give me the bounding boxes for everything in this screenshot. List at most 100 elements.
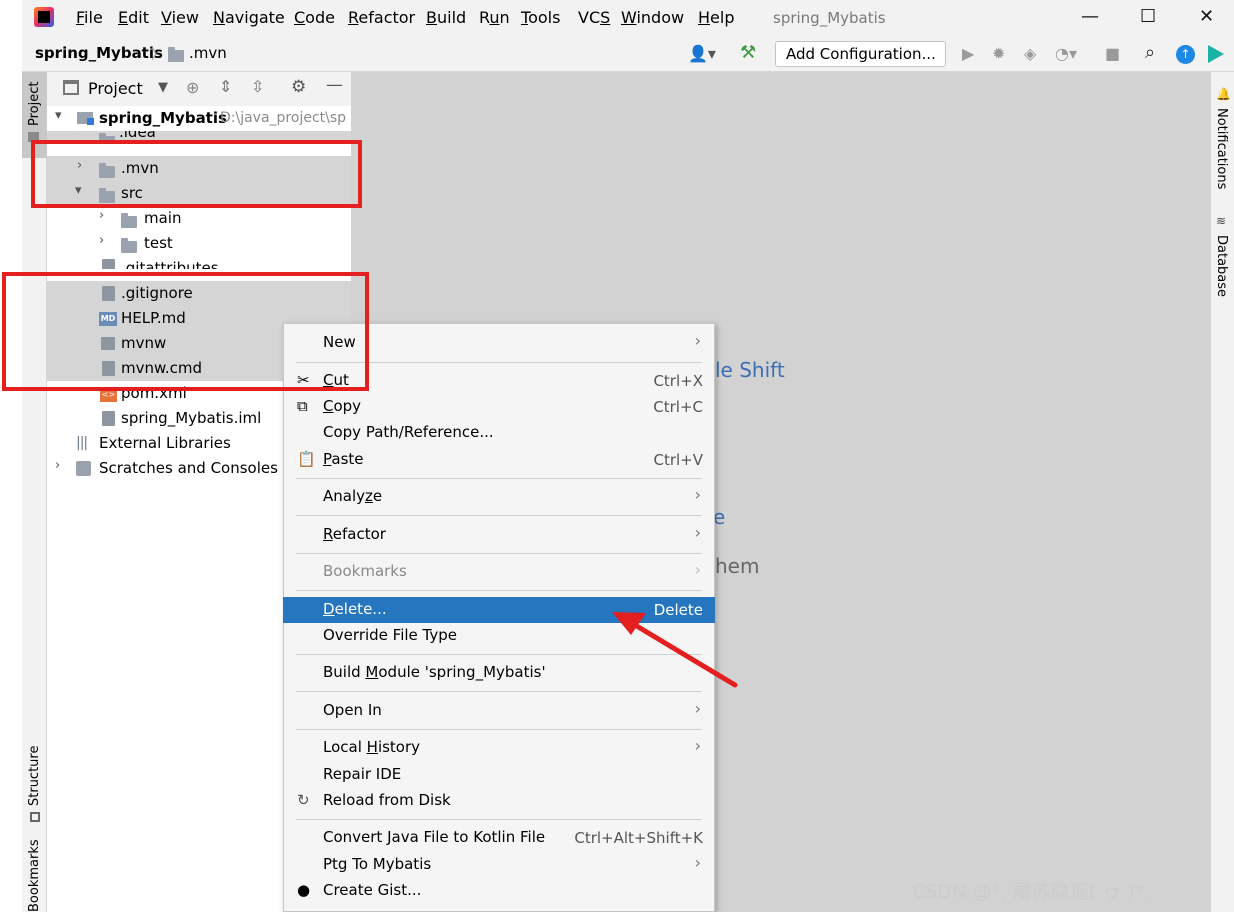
tree-row-main[interactable]: › main: [47, 206, 351, 231]
menu-view[interactable]: View: [161, 8, 199, 27]
project-panel-title[interactable]: Project: [88, 79, 143, 98]
bookmarks-tab[interactable]: Bookmarks: [27, 839, 42, 912]
hide-panel-icon[interactable]: —: [326, 75, 343, 95]
minimize-button[interactable]: —: [1081, 6, 1099, 27]
profile-icon[interactable]: ◔▾: [1055, 44, 1077, 63]
close-button[interactable]: ✕: [1199, 6, 1214, 27]
menu-help[interactable]: Help: [698, 8, 734, 27]
shortcut-label: Ctrl+C: [653, 398, 703, 416]
menu-item-label: Repair IDE: [323, 765, 402, 783]
user-icon[interactable]: 👤▾: [688, 44, 716, 63]
menu-item-refactor[interactable]: Refactor ›: [283, 522, 715, 548]
chevron-right-icon[interactable]: ›: [99, 208, 104, 223]
chevron-right-icon[interactable]: ›: [55, 458, 60, 473]
maximize-button[interactable]: ☐: [1140, 6, 1156, 27]
structure-tab[interactable]: Structure: [27, 746, 42, 806]
clipboard-icon: 📋: [297, 450, 316, 468]
menu-build[interactable]: Build: [426, 8, 466, 27]
red-arrow-annotation: [612, 612, 738, 688]
menu-item-paste[interactable]: 📋 Paste Ctrl+V: [283, 447, 715, 473]
scratches-icon: [76, 461, 91, 476]
menu-item-label: Convert Java File to Kotlin File: [323, 828, 546, 846]
highlight-box-files: [2, 272, 369, 391]
menu-navigate[interactable]: Navigate: [213, 8, 285, 27]
menu-run[interactable]: Run: [479, 8, 510, 27]
tree-label-scratches: Scratches and Consoles: [99, 459, 278, 477]
database-icon: ≋: [1216, 214, 1227, 228]
database-tab[interactable]: Database: [1214, 235, 1229, 297]
menu-item-bookmarks[interactable]: Bookmarks ›: [283, 559, 715, 585]
chevron-right-icon: ›: [694, 736, 701, 755]
chevron-right-icon: ›: [694, 331, 701, 350]
search-icon[interactable]: ⌕: [1145, 42, 1155, 63]
chevron-right-icon[interactable]: ›: [77, 131, 82, 136]
shortcut-label: Ctrl+X: [653, 372, 703, 390]
arrow-head: [612, 612, 646, 635]
menu-file[interactable]: File: [76, 8, 103, 27]
build-hammer-icon[interactable]: ⚒: [740, 42, 756, 63]
expand-all-icon[interactable]: ⇕: [219, 77, 232, 96]
menu-tools[interactable]: Tools: [521, 8, 560, 27]
editor-hint-3: hem: [715, 554, 760, 578]
chevron-right-icon: ›: [694, 699, 701, 718]
menu-vcs[interactable]: VCS: [578, 8, 610, 27]
menu-separator: [296, 553, 702, 554]
stop-icon[interactable]: ■: [1105, 44, 1120, 63]
plugin-icon[interactable]: [1208, 45, 1224, 63]
notifications-tab[interactable]: Notifications: [1214, 108, 1229, 189]
breadcrumb-folder[interactable]: .mvn: [189, 44, 227, 62]
chevron-right-icon: ›: [694, 560, 701, 579]
menu-item-repair-ide[interactable]: Repair IDE: [283, 762, 715, 788]
bell-icon: 🔔: [1216, 87, 1231, 101]
menu-item-local-history[interactable]: Local History ›: [283, 735, 715, 761]
menu-item-reload-from-disk[interactable]: ↻ Reload from Disk: [283, 788, 715, 814]
chevron-right-icon: ›: [694, 523, 701, 542]
menu-item-label: Copy: [323, 397, 362, 415]
menu-item-convert-to-kotlin[interactable]: Convert Java File to Kotlin File Ctrl+Al…: [283, 825, 715, 851]
menu-item-label: Analyze: [323, 487, 383, 505]
menu-item-label: Build Module 'spring_Mybatis': [323, 663, 546, 681]
tree-label-test: test: [144, 234, 173, 252]
menu-separator: [296, 819, 702, 820]
menu-item-copy-path[interactable]: Copy Path/Reference...: [283, 420, 715, 446]
chevron-down-icon[interactable]: ▾: [55, 108, 62, 123]
menu-item-label: Bookmarks: [323, 562, 407, 580]
menu-refactor[interactable]: Refactor: [348, 8, 415, 27]
view-dropdown-icon[interactable]: ▼: [158, 80, 168, 95]
menu-item-open-in[interactable]: Open In ›: [283, 698, 715, 724]
menu-item-copy[interactable]: ⧉ Copy Ctrl+C: [283, 394, 715, 420]
gear-icon[interactable]: ⚙: [291, 77, 306, 97]
menu-item-label: Refactor: [323, 525, 386, 543]
menu-item-analyze[interactable]: Analyze ›: [283, 484, 715, 510]
tree-row-test[interactable]: › test: [47, 231, 351, 256]
run-icon[interactable]: ▶: [962, 44, 974, 63]
menu-separator: [296, 478, 702, 479]
tree-label-gitattributes: .gitattributes: [121, 259, 219, 269]
module-badge-icon: [87, 118, 94, 125]
tree-row-gitattributes[interactable]: .gitattributes: [47, 256, 351, 269]
folder-icon: [121, 238, 137, 253]
project-tab-label: Project: [27, 81, 42, 126]
menu-code[interactable]: Code: [294, 8, 335, 27]
editor-hint-search: le Shift: [715, 358, 785, 382]
collapse-all-icon[interactable]: ⇳: [251, 77, 264, 96]
breadcrumb-project[interactable]: spring_Mybatis: [35, 44, 163, 62]
menu-item-ptg-to-mybatis[interactable]: Ptg To Mybatis ›: [283, 852, 715, 878]
chevron-right-icon[interactable]: ›: [99, 233, 104, 248]
debug-icon[interactable]: ✹: [992, 44, 1005, 63]
tree-row-root[interactable]: ▾ spring_Mybatis D:\java_project\sp: [47, 106, 351, 131]
chevron-right-icon: ›: [694, 853, 701, 872]
menu-item-create-gist[interactable]: ● Create Gist...: [283, 878, 715, 904]
highlight-box-folders: [31, 140, 362, 208]
menu-item-label: Paste: [323, 450, 364, 468]
add-configuration-button[interactable]: Add Configuration...: [775, 41, 946, 67]
locate-icon[interactable]: ⊕: [186, 78, 199, 97]
menu-item-label: Ptg To Mybatis: [323, 855, 432, 873]
copy-icon: ⧉: [297, 397, 308, 415]
coverage-icon[interactable]: ◈: [1024, 44, 1036, 63]
menu-edit[interactable]: Edit: [118, 8, 149, 27]
folder-icon: [121, 213, 137, 228]
menu-window[interactable]: Window: [621, 8, 684, 27]
update-icon[interactable]: ↑: [1176, 45, 1195, 64]
iml-file-icon: [102, 411, 115, 426]
